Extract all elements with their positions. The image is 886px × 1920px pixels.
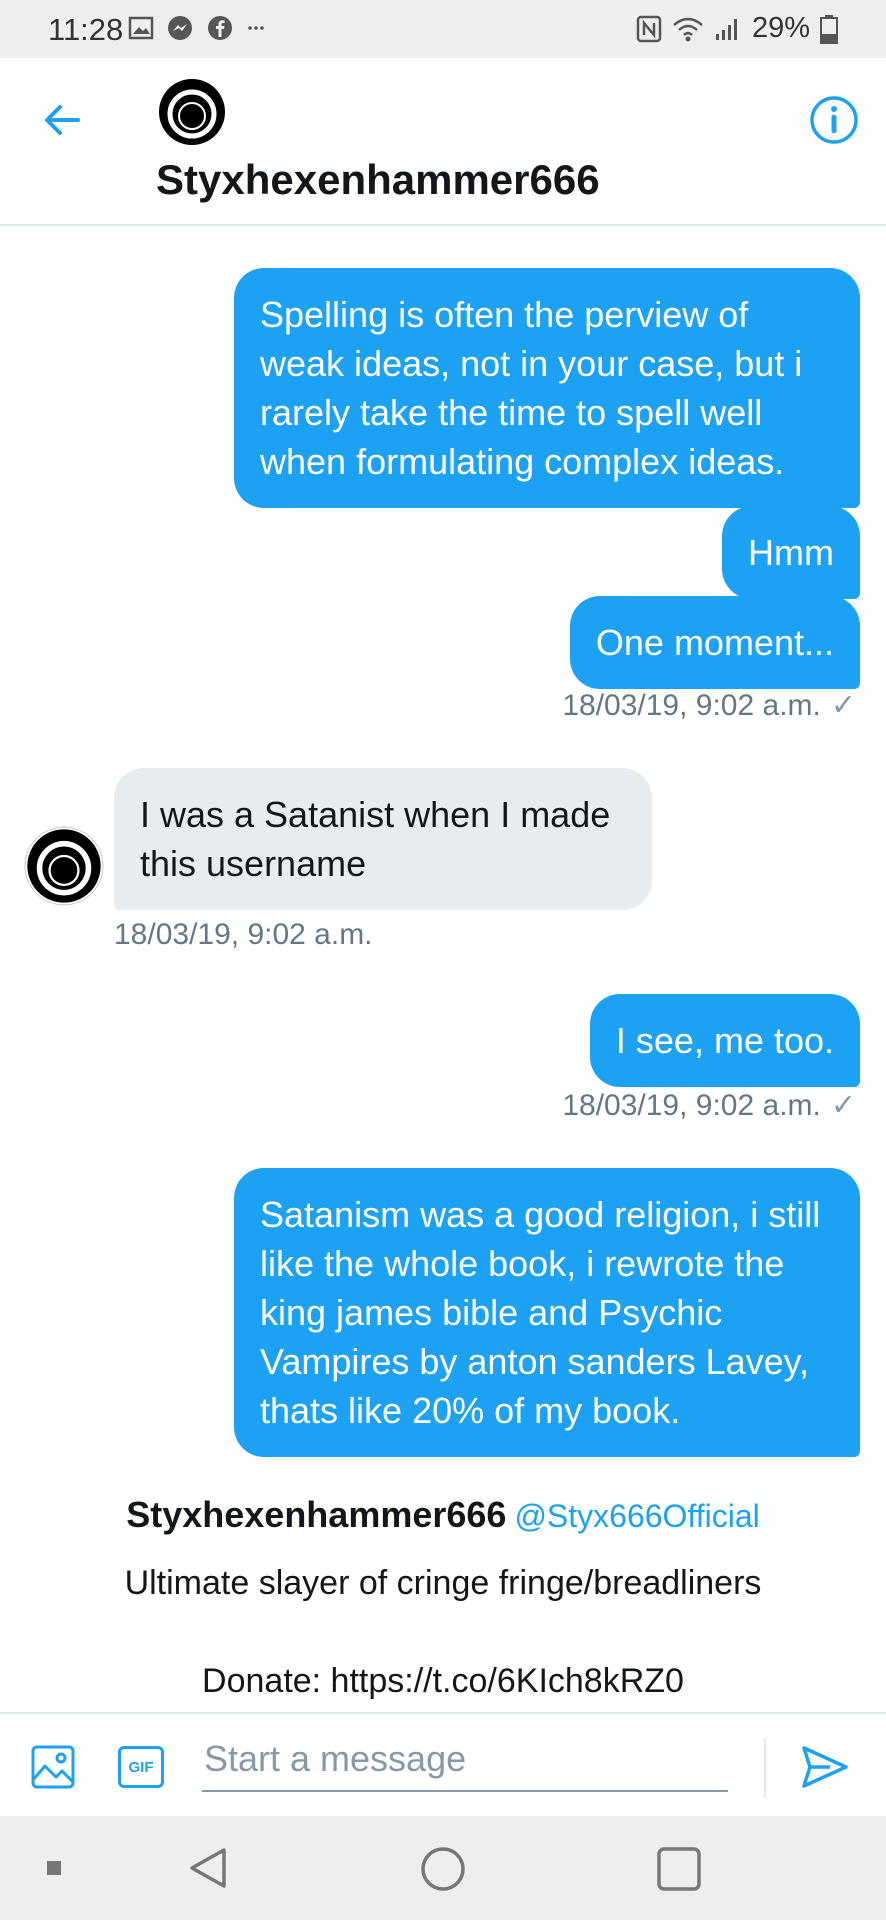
message-composer: GIF (0, 1712, 886, 1816)
more-notifications-icon (248, 26, 264, 30)
message-bubble-sent[interactable]: Satanism was a good religion, i still li… (234, 1168, 860, 1457)
wifi-icon (673, 17, 703, 41)
status-time: 11:28 (48, 12, 124, 47)
profile-donate-link[interactable]: Donate: https://t.co/6KIch8kRZ0 (0, 1662, 886, 1701)
nav-recents-icon[interactable] (656, 1846, 702, 1892)
conversation-title[interactable]: Styxhexenhammer666 (156, 156, 600, 204)
nfc-icon (636, 15, 662, 42)
message-bubble-sent[interactable]: I see, me too. (589, 994, 860, 1087)
android-nav-bar (0, 1816, 886, 1920)
battery-icon (820, 14, 838, 44)
avatar[interactable] (156, 76, 228, 148)
messenger-notification-icon (168, 16, 192, 40)
battery-percent: 29% (751, 12, 810, 44)
timestamp-text: 18/03/19, 9:02 a.m. (562, 1089, 821, 1122)
image-icon[interactable] (30, 1744, 76, 1790)
message-timestamp: 18/03/19, 9:02 a.m. ✓ (562, 688, 856, 723)
send-icon[interactable] (800, 1742, 850, 1792)
message-timestamp: 18/03/19, 9:02 a.m. ✓ (562, 1088, 856, 1123)
composer-divider (764, 1738, 766, 1798)
read-check-icon: ✓ (830, 689, 856, 722)
nav-back-icon[interactable] (186, 1846, 230, 1890)
read-check-icon: ✓ (830, 1089, 856, 1122)
message-bubble-received[interactable]: I was a Satanist when I made this userna… (114, 768, 652, 910)
timestamp-text: 18/03/19, 9:02 a.m. (562, 689, 821, 722)
message-bubble-sent[interactable]: One moment... (569, 596, 860, 689)
message-bubble-sent[interactable]: Hmm (722, 506, 860, 599)
notification-icons (128, 14, 266, 42)
back-arrow-icon[interactable] (38, 96, 86, 144)
profile-name[interactable]: Styxhexenhammer666 (126, 1494, 506, 1535)
profile-name-line: Styxhexenhammer666 @Styx666Official (0, 1494, 886, 1536)
message-input[interactable] (202, 1728, 728, 1792)
gallery-notification-icon (128, 16, 154, 40)
message-timestamp: 18/03/19, 9:02 a.m. (114, 918, 373, 951)
nav-home-icon[interactable] (420, 1846, 466, 1892)
signal-icon (715, 18, 737, 40)
status-bar: 11:28 29% (0, 0, 886, 58)
profile-handle[interactable]: @Styx666Official (514, 1498, 759, 1534)
status-right: 29% (636, 12, 838, 45)
facebook-notification-icon (208, 16, 232, 40)
conversation-header: Styxhexenhammer666 (0, 58, 886, 226)
message-bubble-sent[interactable]: Spelling is often the perview of weak id… (234, 268, 860, 508)
profile-bio: Ultimate slayer of cringe fringe/breadli… (124, 1564, 762, 1602)
sender-avatar[interactable] (24, 826, 104, 906)
info-icon[interactable] (808, 94, 860, 146)
gif-button[interactable]: GIF (118, 1746, 164, 1788)
recent-dot-icon (47, 1861, 61, 1875)
